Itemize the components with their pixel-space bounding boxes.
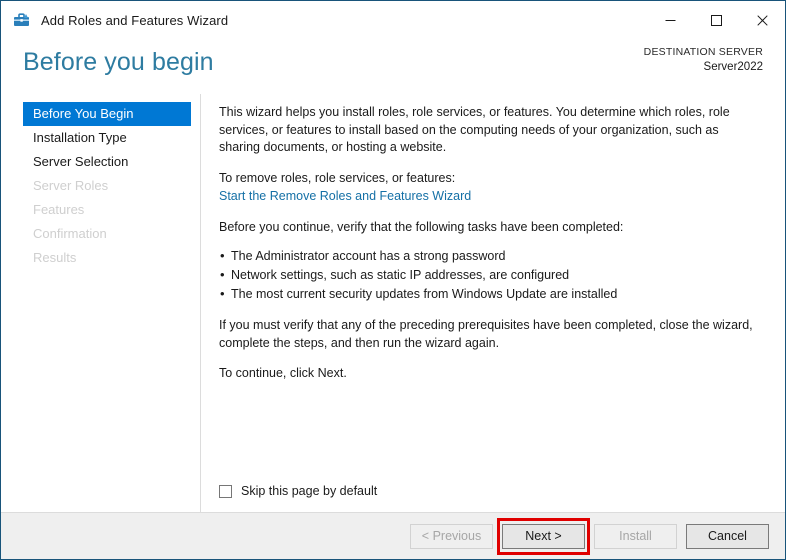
sidebar-item-installation-type[interactable]: Installation Type [23,126,191,150]
sidebar-item-before-you-begin[interactable]: Before You Begin [23,102,191,126]
install-button: Install [594,523,677,549]
list-item: The Administrator account has a strong p… [219,246,767,266]
wizard-footer: < Previous Next > Install Cancel [1,512,785,559]
sidebar-item-server-roles: Server Roles [33,178,109,193]
window-controls [647,1,785,39]
sidebar-item-features: Features [33,202,85,217]
list-item: Network settings, such as static IP addr… [219,265,767,285]
wizard-body: Before You Begin Installation Type Serve… [1,94,785,512]
previous-button: < Previous [410,523,493,549]
next-button-wrapper: Next > [493,517,590,555]
prerequisite-note: If you must verify that any of the prece… [219,318,753,350]
page-header: Before you begin DESTINATION SERVER Serv… [1,39,785,94]
destination-server: DESTINATION SERVER Server2022 [644,45,763,75]
sidebar-item-confirmation: Confirmation [33,226,107,241]
next-button[interactable]: Next > [502,523,585,549]
sidebar-item-results: Results [33,250,77,265]
destination-server-value: Server2022 [703,61,763,73]
wizard-steps-sidebar: Before You Begin Installation Type Serve… [1,94,201,512]
cancel-button[interactable]: Cancel [686,523,769,549]
list-item: The most current security updates from W… [219,284,767,304]
maximize-button[interactable] [693,1,739,39]
wizard-toolbox-icon [12,10,32,30]
minimize-button[interactable] [647,1,693,39]
verify-prompt: Before you continue, verify that the fol… [219,219,624,234]
remove-prompt: To remove roles, role services, or featu… [219,170,456,185]
sidebar-item-server-selection[interactable]: Server Selection [23,150,191,174]
continue-note: To continue, click Next. [219,366,347,380]
skip-page-checkbox-label: Skip this page by default [241,484,378,498]
title-bar: Add Roles and Features Wizard [1,1,785,39]
wizard-content: This wizard helps you install roles, rol… [201,94,785,512]
window-title: Add Roles and Features Wizard [41,12,229,28]
wizard-window: Add Roles and Features Wizard Before you… [0,0,786,560]
destination-server-label: DESTINATION SERVER [643,46,763,58]
remove-roles-wizard-link[interactable]: Start the Remove Roles and Features Wiza… [219,188,471,206]
close-button[interactable] [739,1,785,39]
skip-page-checkbox[interactable] [219,484,232,498]
intro-paragraph: This wizard helps you install roles, rol… [219,105,730,154]
prerequisite-task-list: The Administrator account has a strong p… [219,246,767,304]
page-title: Before you begin [23,48,214,76]
skip-page-checkbox-row[interactable]: Skip this page by default [219,484,377,498]
